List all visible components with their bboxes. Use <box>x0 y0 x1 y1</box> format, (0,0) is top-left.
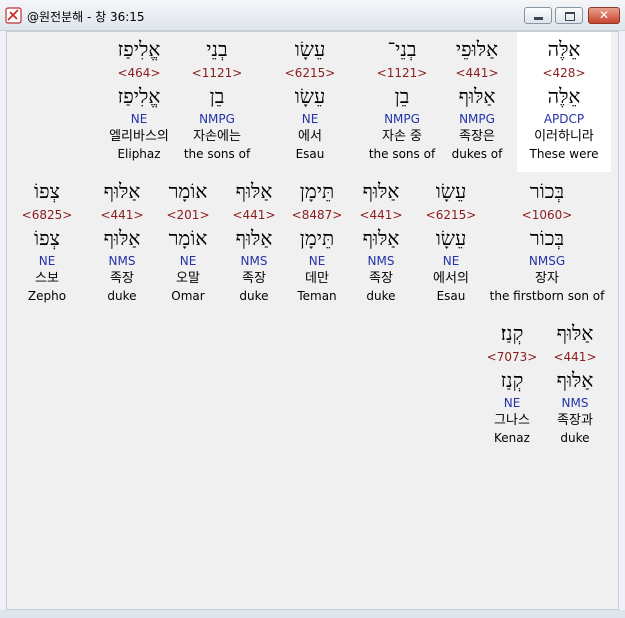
word-cell[interactable]: אוֹמָר <201> אוֹמָר NE 오말 Omar <box>150 178 226 304</box>
korean-gloss: 족장은 <box>459 129 495 144</box>
strong-number[interactable]: <441> <box>343 205 419 225</box>
english-gloss: Omar <box>171 289 205 303</box>
parsing-code: NE <box>301 112 319 126</box>
word-cell[interactable]: אַלּוּף <441> אַלּוּף NMS 족장과 duke <box>537 320 613 446</box>
hebrew-lemma: בֵן <box>209 84 225 108</box>
english-gloss: duke <box>107 289 137 303</box>
parsing-code: NMPG <box>459 112 495 126</box>
parsing-code: NE <box>179 254 197 268</box>
minimize-button[interactable] <box>524 7 552 24</box>
english-gloss: Esau <box>436 289 466 303</box>
strong-number[interactable]: <428> <box>517 63 611 83</box>
word-cell[interactable]: עֵשָׂו <6215> עֵשָׂו NE 에서 Esau <box>260 36 360 162</box>
strong-number[interactable]: <6825> <box>9 205 85 225</box>
word-cell-selected[interactable]: אֵלֶּה <428> אֵלֶּה APDCP 이러하니라 These we… <box>517 32 611 172</box>
strong-number[interactable]: <441> <box>84 205 160 225</box>
strong-number[interactable]: <6215> <box>413 205 489 225</box>
hebrew-lemma: אַלּוּף <box>458 84 496 108</box>
hebrew-word: אַלּוּף <box>103 179 141 203</box>
word-cell[interactable]: עֵשָׂו <6215> עֵשָׂו NE 에서의 Esau <box>413 178 489 304</box>
strong-number[interactable]: <441> <box>427 63 527 83</box>
strong-number[interactable]: <201> <box>150 205 226 225</box>
strong-number[interactable]: <1121> <box>167 63 267 83</box>
korean-gloss: 족장 <box>110 271 134 286</box>
parsing-code: APDCP <box>543 112 585 126</box>
english-gloss: dukes of <box>451 147 503 161</box>
korean-gloss: 자손에는 <box>193 129 241 144</box>
hebrew-word: אַלּוּף <box>362 179 400 203</box>
app-window: @원전분해 - 창 36:15 ✕ אֱלִיפַז <464> אֱלִיפַ… <box>0 0 625 618</box>
hebrew-lemma: עֵשָׂו <box>435 226 467 250</box>
hebrew-word: אֵלֶּה <box>547 37 581 61</box>
parsing-code: NE <box>442 254 460 268</box>
korean-gloss: 에서의 <box>433 271 469 286</box>
english-gloss: These were <box>529 147 599 161</box>
korean-gloss: 오말 <box>176 271 200 286</box>
hebrew-lemma: אַלּוּף <box>103 226 141 250</box>
hebrew-word: בְּכוֹר <box>529 179 565 203</box>
hebrew-lemma: בְּכוֹר <box>529 226 565 250</box>
word-cell[interactable]: אַלּוּף <441> אַלּוּף NMS 족장 duke <box>343 178 419 304</box>
window-title: @원전분해 - 창 36:15 <box>27 10 145 24</box>
word-cell[interactable]: בְנֵי <1121> בֵן NMPG 자손에는 the sons of <box>167 36 267 162</box>
word-cell[interactable]: אַלּוּף <441> אַלּוּף NMS 족장 duke <box>84 178 160 304</box>
hebrew-lemma: אַלּוּף <box>362 226 400 250</box>
hebrew-word: אוֹמָר <box>168 179 208 203</box>
parsing-code: NMS <box>367 254 395 268</box>
korean-gloss: 에서 <box>298 129 322 144</box>
title-bar[interactable]: @원전분해 - 창 36:15 ✕ <box>0 0 625 31</box>
korean-gloss: 이러하니라 <box>534 129 594 144</box>
strong-number[interactable]: <441> <box>537 347 613 367</box>
parsing-code: NE <box>38 254 56 268</box>
korean-gloss: 족장 <box>369 271 393 286</box>
hebrew-word: עֵשָׂו <box>435 179 467 203</box>
english-gloss: duke <box>366 289 396 303</box>
hebrew-lemma: אַלּוּף <box>556 368 594 392</box>
app-logo-icon <box>5 7 22 24</box>
hebrew-word: צְפוֹ <box>33 179 61 203</box>
parsing-code: NMSG <box>528 254 566 268</box>
hebrew-word: בְנֵי <box>206 37 228 61</box>
korean-gloss: 족장과 <box>557 413 593 428</box>
maximize-button[interactable] <box>555 7 583 24</box>
strong-number[interactable]: <6215> <box>260 63 360 83</box>
hebrew-lemma: אֵלֶּה <box>547 84 581 108</box>
english-gloss: duke <box>560 431 590 445</box>
english-gloss: the sons of <box>183 147 251 161</box>
strong-number[interactable]: <1060> <box>487 205 607 225</box>
close-button[interactable]: ✕ <box>588 7 620 24</box>
hebrew-word: אַלּוּף <box>556 321 594 345</box>
english-gloss: Zepho <box>27 289 67 303</box>
hebrew-lemma: צְפוֹ <box>33 226 61 250</box>
word-cell[interactable]: צְפוֹ <6825> צְפוֹ NE 스보 Zepho <box>9 178 85 304</box>
parsing-code: NMS <box>108 254 136 268</box>
hebrew-lemma: אוֹמָר <box>168 226 208 250</box>
hebrew-word: אַלּוּפֵי <box>455 37 499 61</box>
parsing-code: NMPG <box>199 112 235 126</box>
interlinear-panel[interactable]: אֱלִיפַז <464> אֱלִיפַז NE 엘리바스의 Eliphaz… <box>6 31 619 610</box>
korean-gloss: 스보 <box>35 271 59 286</box>
close-icon: ✕ <box>598 8 610 22</box>
word-cell[interactable]: אַלּוּפֵי <441> אַלּוּף NMPG 족장은 dukes o… <box>427 36 527 162</box>
hebrew-lemma: עֵשָׂו <box>294 84 326 108</box>
window-bottom-edge <box>0 610 625 618</box>
korean-gloss: 장자 <box>535 271 559 286</box>
parsing-code: NMS <box>561 396 589 410</box>
hebrew-word: עֵשָׂו <box>294 37 326 61</box>
english-gloss: Esau <box>295 147 325 161</box>
english-gloss: the firstborn son of <box>489 289 605 303</box>
word-cell[interactable]: בְּכוֹר <1060> בְּכוֹר NMSG 장자 the first… <box>487 178 607 304</box>
